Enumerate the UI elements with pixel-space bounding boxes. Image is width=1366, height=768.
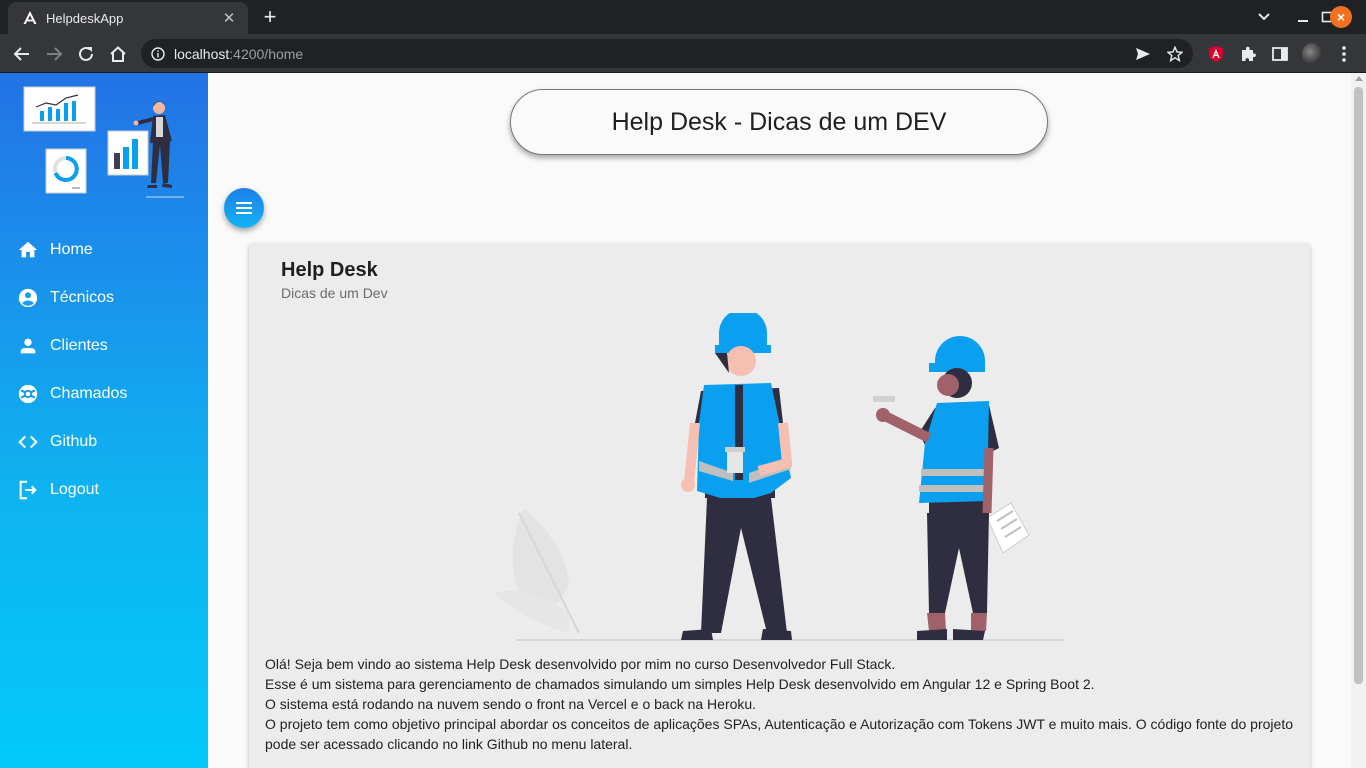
sidebar-item-tecnicos[interactable]: Técnicos [0, 274, 208, 322]
support-icon [17, 383, 39, 405]
header-title-pill: Help Desk - Dicas de um DEV [510, 89, 1048, 155]
description-paragraph: Olá! Seja bem vindo ao sistema Help Desk… [265, 656, 896, 672]
address-bar[interactable]: localhost:4200/home [141, 39, 1193, 68]
extensions-puzzle-icon[interactable] [1238, 44, 1258, 64]
menu-toggle-button[interactable] [224, 188, 264, 228]
sidebar-item-clientes[interactable]: Clientes [0, 322, 208, 370]
bookmark-star-icon[interactable] [1166, 45, 1184, 63]
person-icon [17, 335, 39, 357]
tab-search-icon[interactable] [1254, 7, 1274, 27]
sidebar-item-label: Github [50, 433, 98, 450]
site-info-icon[interactable] [151, 46, 165, 61]
tab-close-icon[interactable]: ✕ [220, 9, 238, 27]
sidebar: Home Técnicos Clientes Chamados Github L… [0, 73, 208, 768]
back-icon[interactable] [10, 42, 34, 66]
url-host: localhost [174, 45, 230, 62]
card-description: Olá! Seja bem vindo ao sistema Help Desk… [265, 654, 1295, 754]
window-close-button[interactable]: × [1330, 6, 1352, 28]
sidebar-illustration [23, 86, 184, 198]
url-path: :4200/home [229, 45, 304, 62]
menu-icon [236, 202, 252, 214]
sidebar-item-home[interactable]: Home [0, 226, 208, 274]
sidebar-item-logout[interactable]: Logout [0, 466, 208, 514]
angular-favicon-icon [23, 11, 37, 24]
home-browser-icon[interactable] [106, 42, 130, 66]
description-paragraph: O sistema está rodando na nuvem sendo o … [265, 696, 757, 712]
sidebar-item-github[interactable]: Github [0, 418, 208, 466]
forward-icon[interactable] [42, 42, 66, 66]
description-paragraph: O projeto tem como objetivo principal ab… [265, 716, 1293, 752]
reload-icon[interactable] [74, 42, 98, 66]
sidebar-item-label: Chamados [50, 385, 128, 402]
tab-title: HelpdeskApp [46, 10, 124, 26]
code-icon [17, 431, 39, 453]
minimize-icon[interactable] [1293, 7, 1313, 27]
account-circle-icon [17, 287, 39, 309]
card-subtitle: Dicas de um Dev [281, 285, 388, 301]
logout-icon [17, 479, 39, 501]
page-title: Help Desk - Dicas de um DEV [611, 107, 947, 136]
sidebar-item-chamados[interactable]: Chamados [0, 370, 208, 418]
scrollbar-thumb[interactable] [1354, 87, 1363, 684]
new-tab-button[interactable]: + [258, 5, 282, 29]
sidebar-item-label: Clientes [50, 337, 108, 354]
description-paragraph: Esse é um sistema para gerenciamento de … [265, 676, 1095, 692]
scroll-up-arrow-icon[interactable] [1355, 76, 1363, 81]
browser-tab-bar: HelpdeskApp ✕ + × [0, 0, 1366, 34]
sidebar-item-label: Técnicos [50, 289, 115, 306]
browser-toolbar: localhost:4200/home [0, 34, 1366, 73]
home-icon [17, 239, 39, 261]
profile-avatar[interactable] [1302, 43, 1322, 65]
vertical-scrollbar[interactable] [1351, 73, 1366, 768]
main-content: Help Desk - Dicas de um DEV Help Desk Di… [208, 73, 1351, 768]
workers-illustration [494, 313, 1065, 641]
side-panel-icon[interactable] [1270, 44, 1290, 64]
sidebar-item-label: Home [50, 241, 93, 258]
send-tab-icon[interactable] [1134, 45, 1152, 63]
browser-tab[interactable]: HelpdeskApp ✕ [8, 2, 248, 34]
browser-menu-icon[interactable] [1334, 44, 1354, 64]
card-title: Help Desk [281, 259, 378, 281]
angular-devtools-icon[interactable] [1206, 44, 1226, 64]
home-card: Help Desk Dicas de um Dev Olá! Seja bem … [249, 243, 1310, 768]
sidebar-item-label: Logout [50, 481, 99, 498]
sidebar-nav: Home Técnicos Clientes Chamados Github L… [0, 226, 208, 514]
